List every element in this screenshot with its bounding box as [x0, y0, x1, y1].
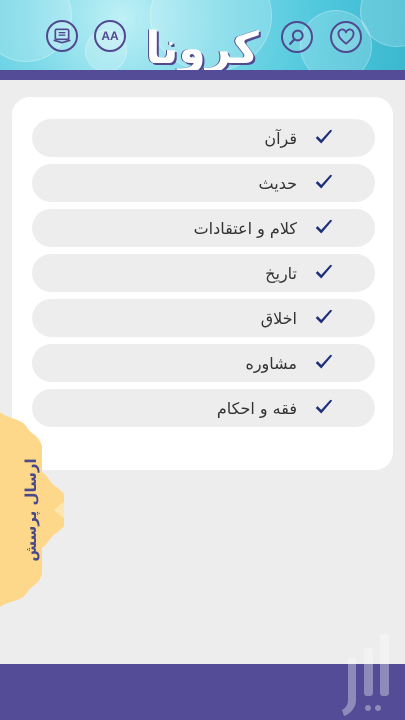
check-icon — [315, 354, 333, 369]
search-icon — [289, 29, 304, 45]
category-label: کلام و اعتقادات — [193, 218, 297, 238]
check-icon — [315, 174, 333, 189]
check-icon — [315, 129, 333, 144]
font-size-icon: AA — [101, 29, 119, 43]
category-label: اخلاق — [260, 308, 297, 328]
category-item-quran[interactable]: قرآن — [32, 119, 375, 157]
category-item-ethics[interactable]: اخلاق — [32, 299, 375, 337]
category-item-theology[interactable]: کلام و اعتقادات — [32, 209, 375, 247]
category-item-history[interactable]: تاریخ — [32, 254, 375, 292]
category-label: قرآن — [264, 128, 297, 148]
category-item-counseling[interactable]: مشاوره — [32, 344, 375, 382]
category-label: حدیث — [258, 173, 297, 193]
book-icon — [53, 28, 71, 44]
category-item-hadith[interactable]: حدیث — [32, 164, 375, 202]
app-title: کرونا — [145, 22, 259, 74]
header-strip — [0, 70, 405, 80]
category-label: مشاوره — [245, 353, 297, 373]
favorites-button[interactable] — [330, 21, 362, 53]
category-card: قرآن حدیث کلام و اعتقادات تاریخ اخلاق مش… — [12, 97, 393, 470]
check-icon — [315, 264, 333, 279]
check-icon — [315, 219, 333, 234]
ask-question-label[interactable]: ارسال پرسش — [13, 415, 49, 605]
category-label: فقه و احکام — [216, 398, 297, 418]
check-icon — [315, 399, 333, 414]
book-button[interactable] — [46, 20, 78, 52]
category-label: تاریخ — [265, 263, 297, 283]
search-button[interactable] — [281, 21, 313, 53]
heart-icon — [337, 28, 355, 45]
category-item-jurisprudence[interactable]: فقه و احکام — [32, 389, 375, 427]
check-icon — [315, 309, 333, 324]
watermark-logo — [342, 634, 389, 716]
